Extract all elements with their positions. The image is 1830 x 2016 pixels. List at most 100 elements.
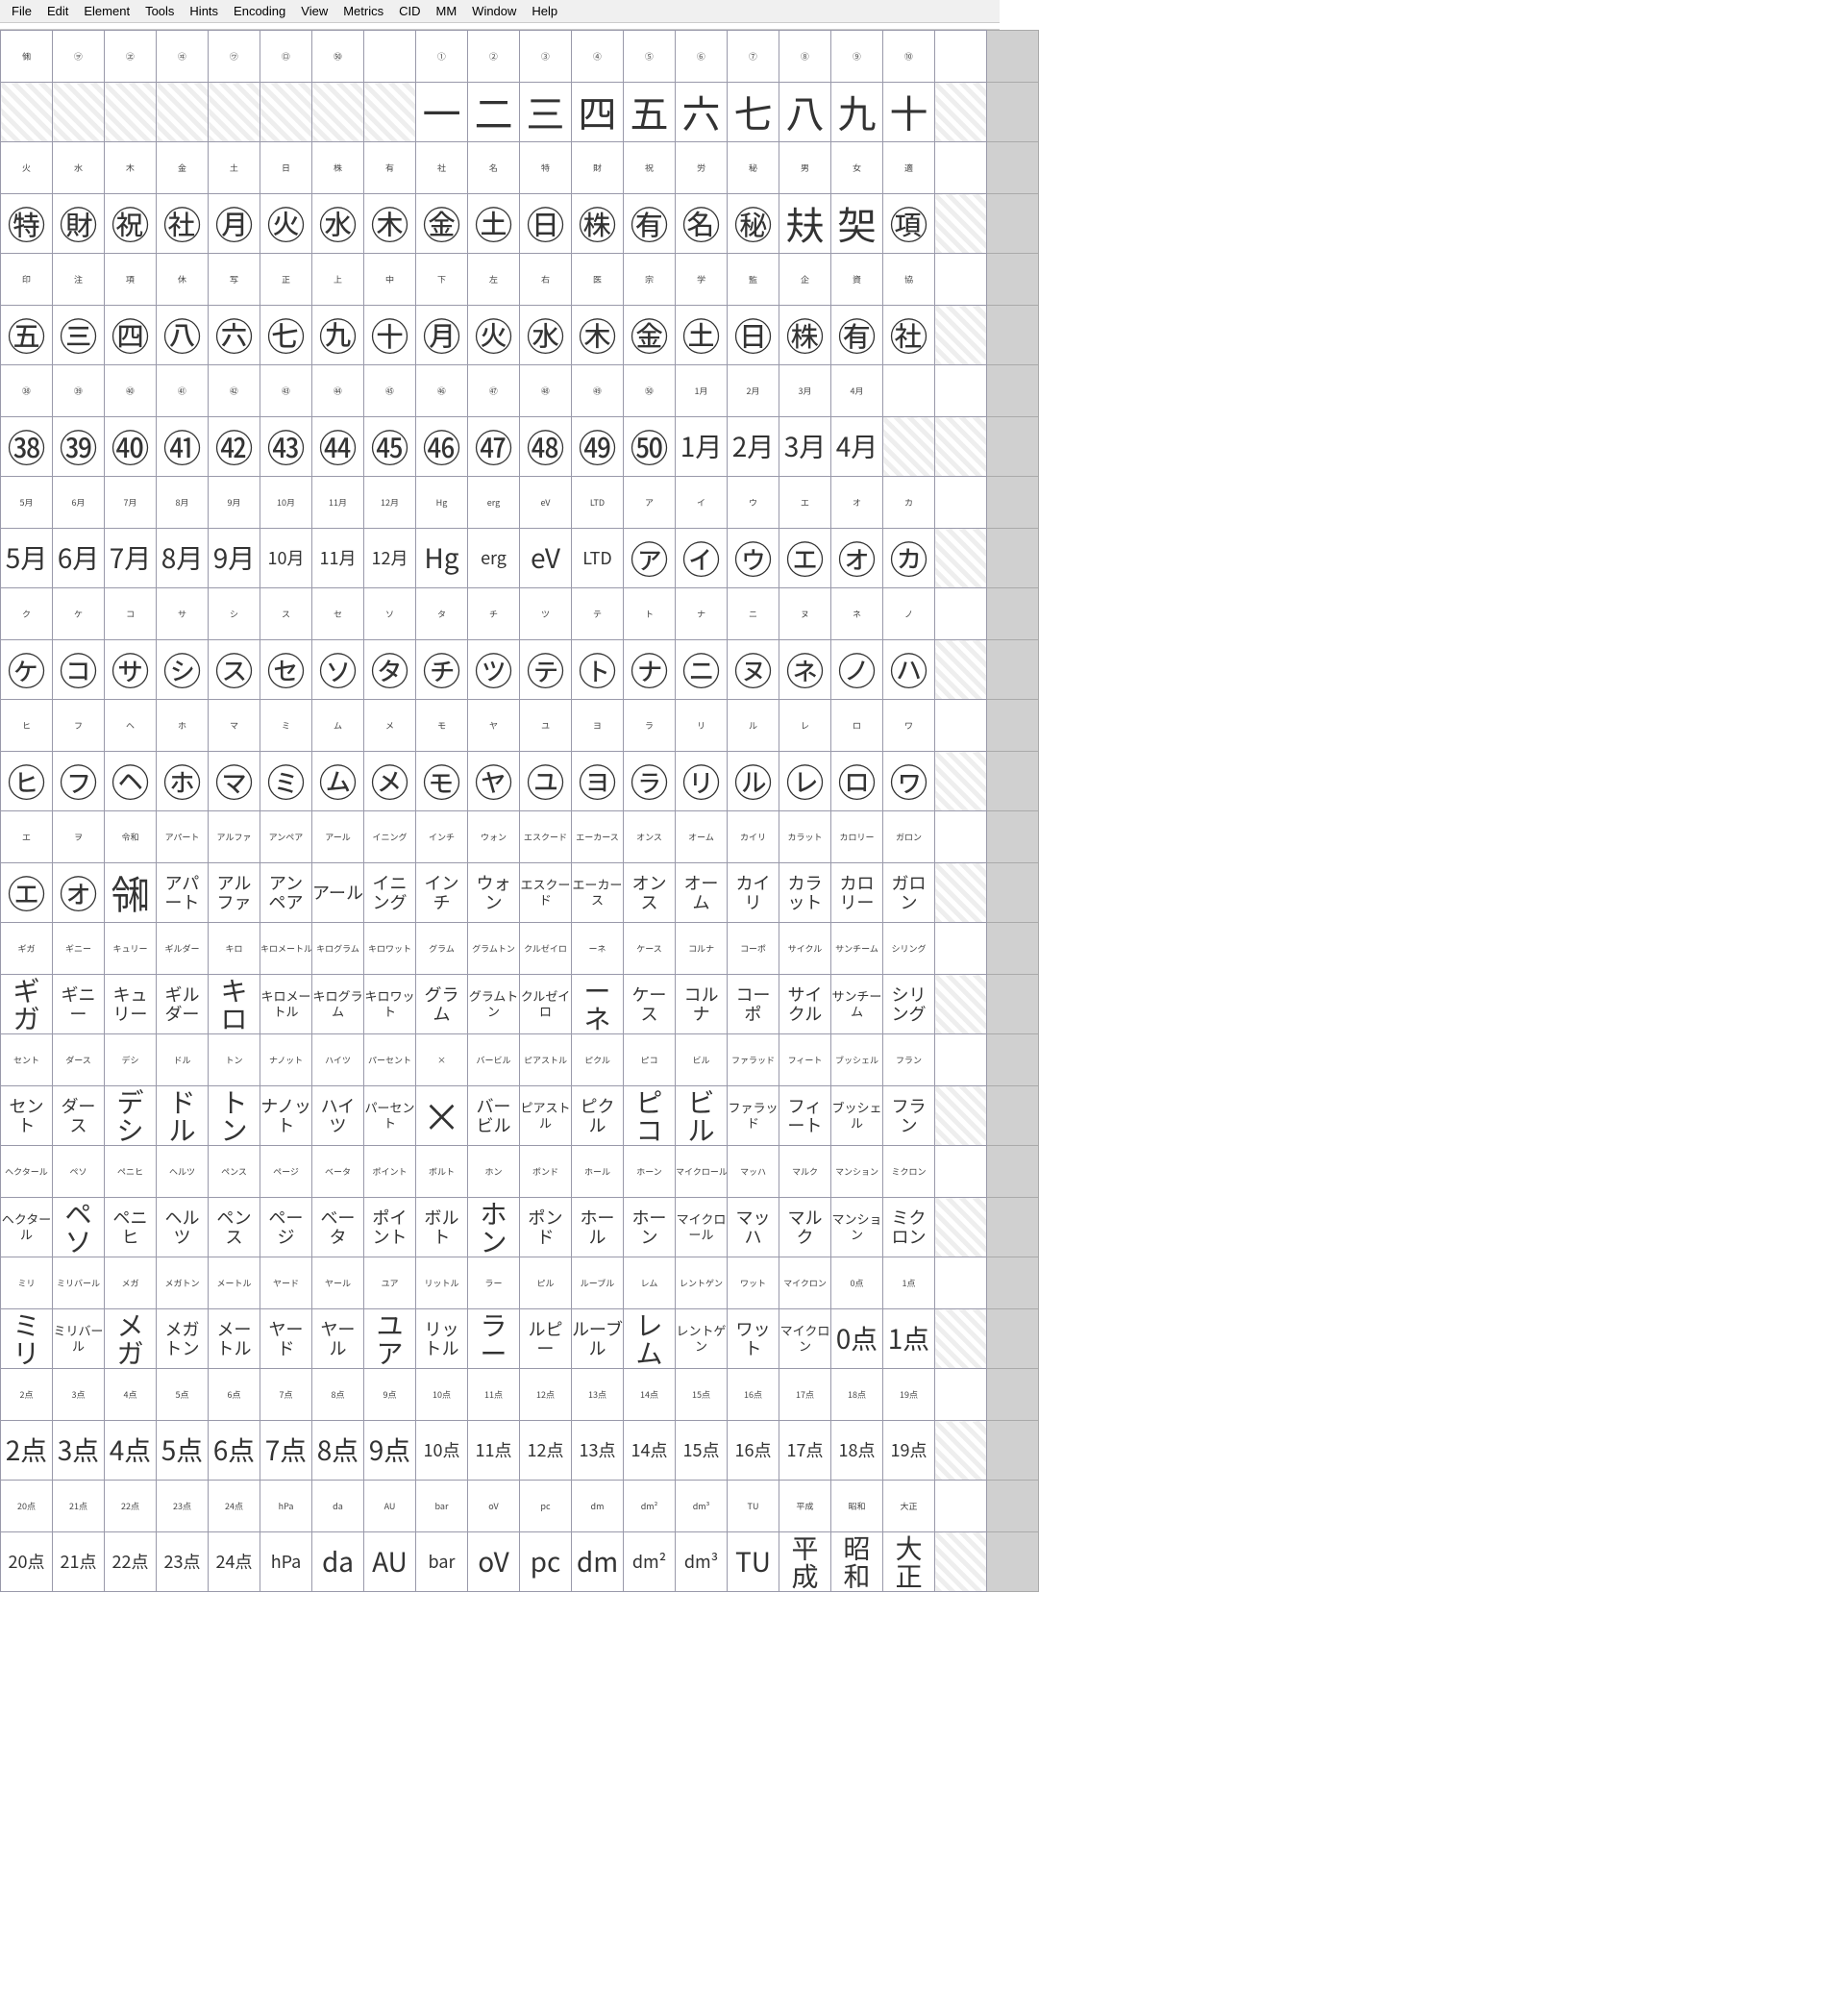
char-cell[interactable]: 5月 [1,529,53,588]
char-cell[interactable]: ペニヒ [105,1198,157,1257]
char-cell[interactable]: ㊐ [728,306,779,365]
char-cell[interactable]: ペンス [209,1198,260,1257]
char-cell[interactable]: ㋴ [520,752,572,811]
char-cell[interactable]: 7点 [260,1421,312,1481]
char-cell[interactable]: 4点 [105,1421,157,1481]
char-cell[interactable]: ㋿ [105,863,157,923]
char-cell[interactable]: ナノット [260,1086,312,1146]
char-cell[interactable]: ㊽ [520,417,572,477]
char-cell[interactable]: ユア [364,1309,416,1369]
char-cell[interactable]: ㋹ [779,752,831,811]
char-cell[interactable]: カロリー [831,863,883,923]
char-cell[interactable]: ㊉ [364,306,416,365]
char-cell[interactable]: ㋙ [53,640,105,700]
char-cell[interactable]: ㋚ [105,640,157,700]
char-cell[interactable]: ㋛ [157,640,209,700]
char-cell[interactable]: ㋝ [260,640,312,700]
char-cell[interactable] [105,83,157,142]
char-cell[interactable]: 昭和 [831,1532,883,1592]
char-cell[interactable]: クルゼイロ [520,975,572,1034]
char-cell[interactable]: トン [209,1086,260,1146]
char-cell[interactable]: ㋻ [883,752,935,811]
char-cell[interactable]: ㋓ [779,529,831,588]
char-cell[interactable]: hPa [260,1532,312,1592]
char-cell[interactable]: ㋠ [416,640,468,700]
char-cell[interactable]: ㋱ [364,752,416,811]
char-cell[interactable]: 六 [676,83,728,142]
char-cell[interactable]: カラット [779,863,831,923]
char-cell[interactable]: dm³ [676,1532,728,1592]
char-cell[interactable]: フラン [883,1086,935,1146]
char-cell[interactable]: ㊏ [676,306,728,365]
char-cell[interactable]: 5点 [157,1421,209,1481]
char-cell[interactable]: ウォン [468,863,520,923]
char-cell[interactable]: 一 [416,83,468,142]
char-cell[interactable]: 21点 [53,1532,105,1592]
char-cell[interactable]: ギガ [1,975,53,1034]
char-cell[interactable]: ヤール [312,1309,364,1369]
char-cell[interactable]: ㋒ [728,529,779,588]
menu-edit[interactable]: Edit [39,2,76,20]
char-cell[interactable]: レム [624,1309,676,1369]
char-cell[interactable] [312,83,364,142]
char-cell[interactable]: ㋭ [157,752,209,811]
char-cell[interactable]: ピクル [572,1086,624,1146]
char-cell[interactable]: 7月 [105,529,157,588]
menu-window[interactable]: Window [464,2,524,20]
char-cell[interactable]: ㋘ [1,640,53,700]
char-cell[interactable]: 16点 [728,1421,779,1481]
char-cell[interactable]: 8月 [157,529,209,588]
char-cell[interactable]: 七 [728,83,779,142]
char-cell[interactable]: ㋶ [624,752,676,811]
char-cell[interactable]: ㋺ [831,752,883,811]
char-cell[interactable]: 23点 [157,1532,209,1592]
menu-cid[interactable]: CID [391,2,428,20]
char-cell[interactable]: 大正 [883,1532,935,1592]
char-cell[interactable]: ㊹ [312,417,364,477]
char-cell[interactable]: ポンド [520,1198,572,1257]
char-cell[interactable]: エーカース [572,863,624,923]
menu-encoding[interactable]: Encoding [226,2,293,20]
char-cell[interactable]: ㊌ [520,306,572,365]
char-cell[interactable]: キロワット [364,975,416,1034]
char-cell[interactable]: ㊊ [209,194,260,254]
char-cell[interactable]: カイリ [728,863,779,923]
char-cell[interactable]: ㋮ [209,752,260,811]
char-cell[interactable]: マンション [831,1198,883,1257]
char-cell[interactable]: アンペア [260,863,312,923]
char-cell[interactable]: ダース [53,1086,105,1146]
char-cell[interactable]: ㊾ [572,417,624,477]
char-cell[interactable]: 十 [883,83,935,142]
char-cell[interactable]: メガトン [157,1309,209,1369]
char-cell[interactable]: ㊄ [1,306,53,365]
char-cell[interactable]: ㊗ [105,194,157,254]
char-cell[interactable]: デシ [105,1086,157,1146]
char-cell[interactable]: ㊶ [157,417,209,477]
char-cell[interactable]: ㋵ [572,752,624,811]
char-cell[interactable]: 20点 [1,1532,53,1592]
char-cell[interactable]: ㋜ [209,640,260,700]
char-cell[interactable]: oV [468,1532,520,1592]
char-cell[interactable]: ㋰ [312,752,364,811]
char-cell[interactable]: バービル [468,1086,520,1146]
char-cell[interactable]: ㊻ [416,417,468,477]
char-cell[interactable]: 6点 [209,1421,260,1481]
char-cell[interactable]: ㊐ [520,194,572,254]
char-cell[interactable]: ㊴ [53,417,105,477]
char-cell[interactable]: ㋞ [312,640,364,700]
char-cell[interactable]: オンス [624,863,676,923]
char-cell[interactable] [53,83,105,142]
char-cell[interactable]: ヘルツ [157,1198,209,1257]
char-cell[interactable]: ㋐ [624,529,676,588]
char-cell[interactable]: 24点 [209,1532,260,1592]
char-cell[interactable]: ㊊ [416,306,468,365]
char-cell[interactable]: 17点 [779,1421,831,1481]
char-cell[interactable]: ラー [468,1309,520,1369]
char-cell[interactable]: 三 [520,83,572,142]
grid-container[interactable]: ㋿㋾㋽㋼㋻㋺㊿①②③④⑤⑥⑦⑧⑨⑩一二三四五六七八九十火水木金土日株有社名特財祝… [0,30,1000,1592]
char-cell[interactable]: ㋑ [676,529,728,588]
char-cell[interactable]: コルナ [676,975,728,1034]
char-cell[interactable]: 10点 [416,1421,468,1481]
char-cell[interactable]: AU [364,1532,416,1592]
char-cell[interactable]: グラムトン [468,975,520,1034]
